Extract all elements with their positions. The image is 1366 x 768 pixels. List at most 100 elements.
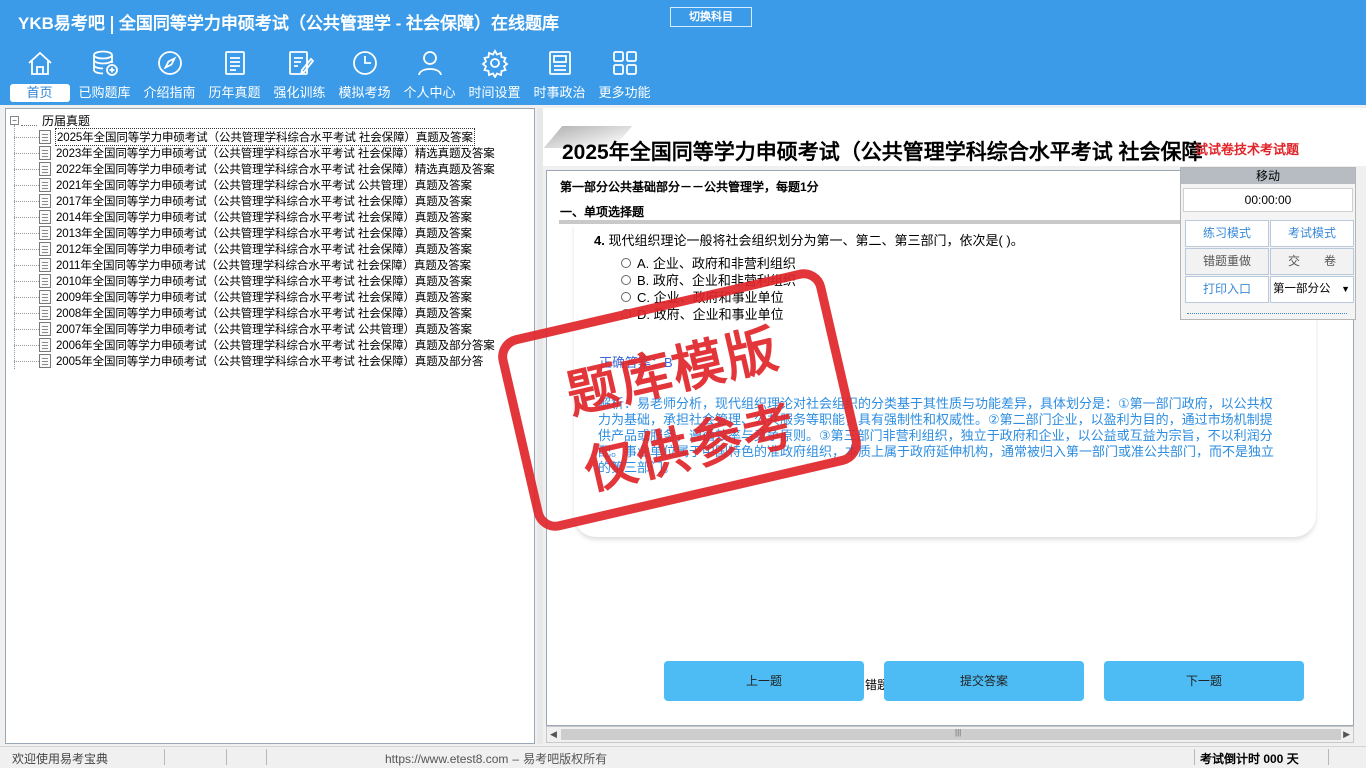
tree-item[interactable]: 2007年全国同等学力申硕考试（公共管理学科综合水平考试 公共管理）真题及答案 (14, 321, 473, 337)
exam-mode-button[interactable]: 考试模式 (1270, 220, 1354, 247)
tree-item[interactable]: 2014年全国同等学力申硕考试（公共管理学科综合水平考试 社会保障）真题及答案 (14, 209, 473, 225)
tree-item[interactable]: 2011年全国同等学力申硕考试（公共管理学科综合水平考试 社会保障）真题及答案 (14, 257, 472, 273)
document-icon (39, 210, 51, 224)
tree-connector (14, 216, 39, 218)
section-title: 一、单项选择题 (560, 205, 645, 219)
nav-past-papers-label: 历年真题 (208, 85, 261, 100)
tree-connector (14, 152, 39, 154)
app-title: YKB易考吧 全国同等学力申硕考试（公共管理学 - 社会保障）在线题库 (18, 9, 559, 34)
tree-item[interactable]: 2010年全国同等学力申硕考试（公共管理学科综合水平考试 社会保障）真题及答案 (14, 273, 473, 289)
tree-item[interactable]: 2017年全国同等学力申硕考试（公共管理学科综合水平考试 社会保障）真题及答案 (14, 193, 473, 209)
tree-item-label: 2013年全国同等学力申硕考试（公共管理学科综合水平考试 社会保障）真题及答案 (56, 228, 472, 240)
next-question-button[interactable]: 下一题 (1104, 661, 1304, 701)
welcome-text: 欢迎使用易考宝典 (12, 752, 109, 766)
nav-profile[interactable]: 个人中心 (397, 48, 462, 104)
nav-training-label: 强化训练 (273, 85, 326, 100)
document-icon (39, 258, 51, 272)
tree-item[interactable]: 2009年全国同等学力申硕考试（公共管理学科综合水平考试 社会保障）真题及答案 (14, 289, 473, 305)
tree-item[interactable]: 2013年全国同等学力申硕考试（公共管理学科综合水平考试 社会保障）真题及答案 (14, 225, 473, 241)
collapse-icon[interactable]: − (10, 115, 19, 125)
exam-subtitle: 试试卷技术考试题 (1195, 142, 1300, 157)
database-icon (92, 50, 118, 76)
practice-mode-button[interactable]: 练习模式 (1185, 220, 1269, 247)
tree-item-label: 2010年全国同等学力申硕考试（公共管理学科综合水平考试 社会保障）真题及答案 (56, 276, 472, 288)
nav-home[interactable]: 首页 (7, 48, 72, 104)
tree-item[interactable]: 2012年全国同等学力申硕考试（公共管理学科综合水平考试 社会保障）真题及答案 (14, 241, 473, 257)
hand-in-button[interactable]: 交 卷 (1270, 248, 1354, 275)
news-icon (548, 51, 571, 75)
chevron-down-icon[interactable]: ▼ (1341, 277, 1350, 302)
tree-item[interactable]: 2023年全国同等学力申硕考试（公共管理学科综合水平考试 社会保障）精选真题及答… (14, 145, 496, 161)
document-icon (39, 146, 51, 160)
tree-item[interactable]: 2006年全国同等学力申硕考试（公共管理学科综合水平考试 社会保障）真题及部分答… (14, 337, 496, 353)
tree-item-label: 2007年全国同等学力申硕考试（公共管理学科综合水平考试 公共管理）真题及答案 (56, 324, 472, 336)
tree-item-label: 2017年全国同等学力申硕考试（公共管理学科综合水平考试 社会保障）真题及答案 (56, 196, 472, 208)
nav-past-papers[interactable]: 历年真题 (202, 48, 267, 104)
tree-item[interactable]: 2021年全国同等学力申硕考试（公共管理学科综合水平考试 公共管理）真题及答案 (14, 177, 473, 193)
move-handle[interactable]: 移动 (1181, 168, 1355, 184)
document-icon (39, 162, 51, 176)
question-text: 4. 现代组织理论一般将社会组织划分为第一、第二、第三部门，依次是( )。 (594, 230, 1024, 249)
document-icon (39, 290, 51, 304)
scrollbar-thumb[interactable] (561, 729, 1341, 740)
submit-answer-button[interactable]: 提交答案 (884, 661, 1084, 701)
nav-current-affairs[interactable]: 时事政治 (527, 48, 592, 104)
tree-connector (14, 328, 39, 330)
tree-connector (14, 232, 39, 234)
tree-item[interactable]: 2025年全国同等学力申硕考试（公共管理学科综合水平考试 社会保障）真题及答案 (14, 128, 475, 146)
document-icon (39, 354, 51, 368)
tree-connector (14, 312, 39, 314)
status-bar: 欢迎使用易考宝典 https://www.etest8.com – 易考吧版权所有 … (0, 746, 1366, 768)
tree-item[interactable]: 2022年全国同等学力申硕考试（公共管理学科综合水平考试 社会保障）精选真题及答… (14, 161, 496, 177)
exam-title: 2025年全国同等学力申硕考试（公共管理学科综合水平考试 社会保障 (562, 141, 1203, 164)
exam-title-band: 2025年全国同等学力申硕考试（公共管理学科综合水平考试 社会保障 试试卷技术考… (543, 108, 1366, 166)
home-icon (27, 51, 52, 75)
print-button[interactable]: 打印入口 (1185, 276, 1269, 303)
scroll-left-icon[interactable]: ◀ (550, 729, 557, 740)
title-divider (110, 15, 113, 34)
tree-connector (14, 184, 39, 186)
tree-item-label: 2011年全国同等学力申硕考试（公共管理学科综合水平考试 社会保障）真题及答案 (56, 260, 472, 272)
tree-item-label: 2008年全国同等学力申硕考试（公共管理学科综合水平考试 社会保障）真题及答案 (56, 308, 472, 320)
radio-icon[interactable] (621, 291, 631, 302)
question-number: 4. (594, 233, 605, 248)
tree-item[interactable]: 2008年全国同等学力申硕考试（公共管理学科综合水平考试 社会保障）真题及答案 (14, 305, 473, 321)
radio-icon[interactable] (621, 274, 631, 285)
document-icon (39, 226, 51, 240)
exam-timer: 00:00:00 (1183, 188, 1353, 212)
nav-current-affairs-label: 时事政治 (533, 85, 586, 100)
nav-purchased[interactable]: 已购题库 (72, 48, 137, 104)
panel-divider (1187, 313, 1347, 314)
nav-training[interactable]: 强化训练 (267, 48, 332, 104)
user-icon (417, 51, 442, 76)
document-icon (39, 242, 51, 256)
scroll-right-icon[interactable]: ▶ (1343, 729, 1350, 740)
site-url[interactable]: https://www.etest8.com (385, 752, 508, 766)
question-stem: 现代组织理论一般将社会组织划分为第一、第二、第三部门，依次是( )。 (608, 233, 1024, 248)
radio-icon[interactable] (621, 257, 631, 268)
nav-more[interactable]: 更多功能 (592, 48, 657, 104)
nav-more-label: 更多功能 (598, 85, 651, 100)
main-nav: 首页 已购题库 介绍指南 历年真题 强化训练 模拟考场 个人中心 时间设置 时事… (7, 48, 657, 104)
tree-root[interactable]: − 历届真题 (10, 112, 90, 128)
tree-item[interactable]: 2005年全国同等学力申硕考试（公共管理学科综合水平考试 社会保障）真题及部分答 (14, 353, 484, 369)
copyright-info: https://www.etest8.com – 易考吧版权所有 (385, 750, 607, 767)
question-bank-tree[interactable]: − 历届真题 2025年全国同等学力申硕考试（公共管理学科综合水平考试 社会保障… (5, 108, 535, 744)
horizontal-scrollbar[interactable]: ◀ ||| ▶ (546, 726, 1354, 743)
copyright-separator: – (512, 752, 520, 766)
prev-question-button[interactable]: 上一题 (664, 661, 864, 701)
tree-item-label: 2009年全国同等学力申硕考试（公共管理学科综合水平考试 社会保障）真题及答案 (56, 292, 472, 304)
nav-purchased-label: 已购题库 (78, 85, 131, 100)
tree-item-label: 2012年全国同等学力申硕考试（公共管理学科综合水平考试 社会保障）真题及答案 (56, 244, 472, 256)
document-icon (39, 178, 51, 192)
part-select[interactable]: 第一部分公 ▼ (1270, 276, 1354, 303)
tree-connector (14, 248, 39, 250)
nav-mock-exam[interactable]: 模拟考场 (332, 48, 397, 104)
redo-wrong-button[interactable]: 错题重做 (1185, 248, 1269, 275)
tree-connector (14, 168, 39, 170)
switch-subject-button[interactable]: 切换科目 (670, 7, 752, 27)
nav-time-settings[interactable]: 时间设置 (462, 48, 527, 104)
nav-guide[interactable]: 介绍指南 (137, 48, 202, 104)
tree-connector (14, 280, 39, 282)
part-select-value: 第一部分公 (1273, 283, 1331, 295)
